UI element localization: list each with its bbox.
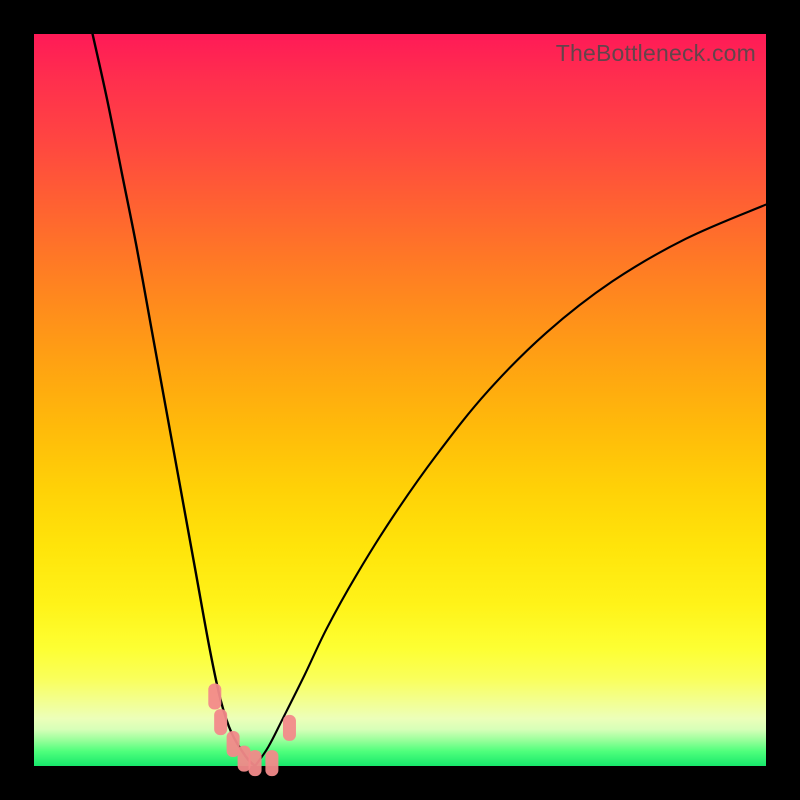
curve-left-branch xyxy=(93,34,256,766)
curve-layer xyxy=(34,34,766,766)
valley-marker xyxy=(208,683,221,709)
valley-markers xyxy=(208,683,296,776)
chart-frame: TheBottleneck.com xyxy=(0,0,800,800)
valley-marker xyxy=(214,709,227,735)
valley-marker xyxy=(249,750,262,776)
plot-area: TheBottleneck.com xyxy=(34,34,766,766)
valley-marker xyxy=(283,715,296,741)
curve-right-branch xyxy=(255,205,766,766)
valley-marker xyxy=(265,750,278,776)
